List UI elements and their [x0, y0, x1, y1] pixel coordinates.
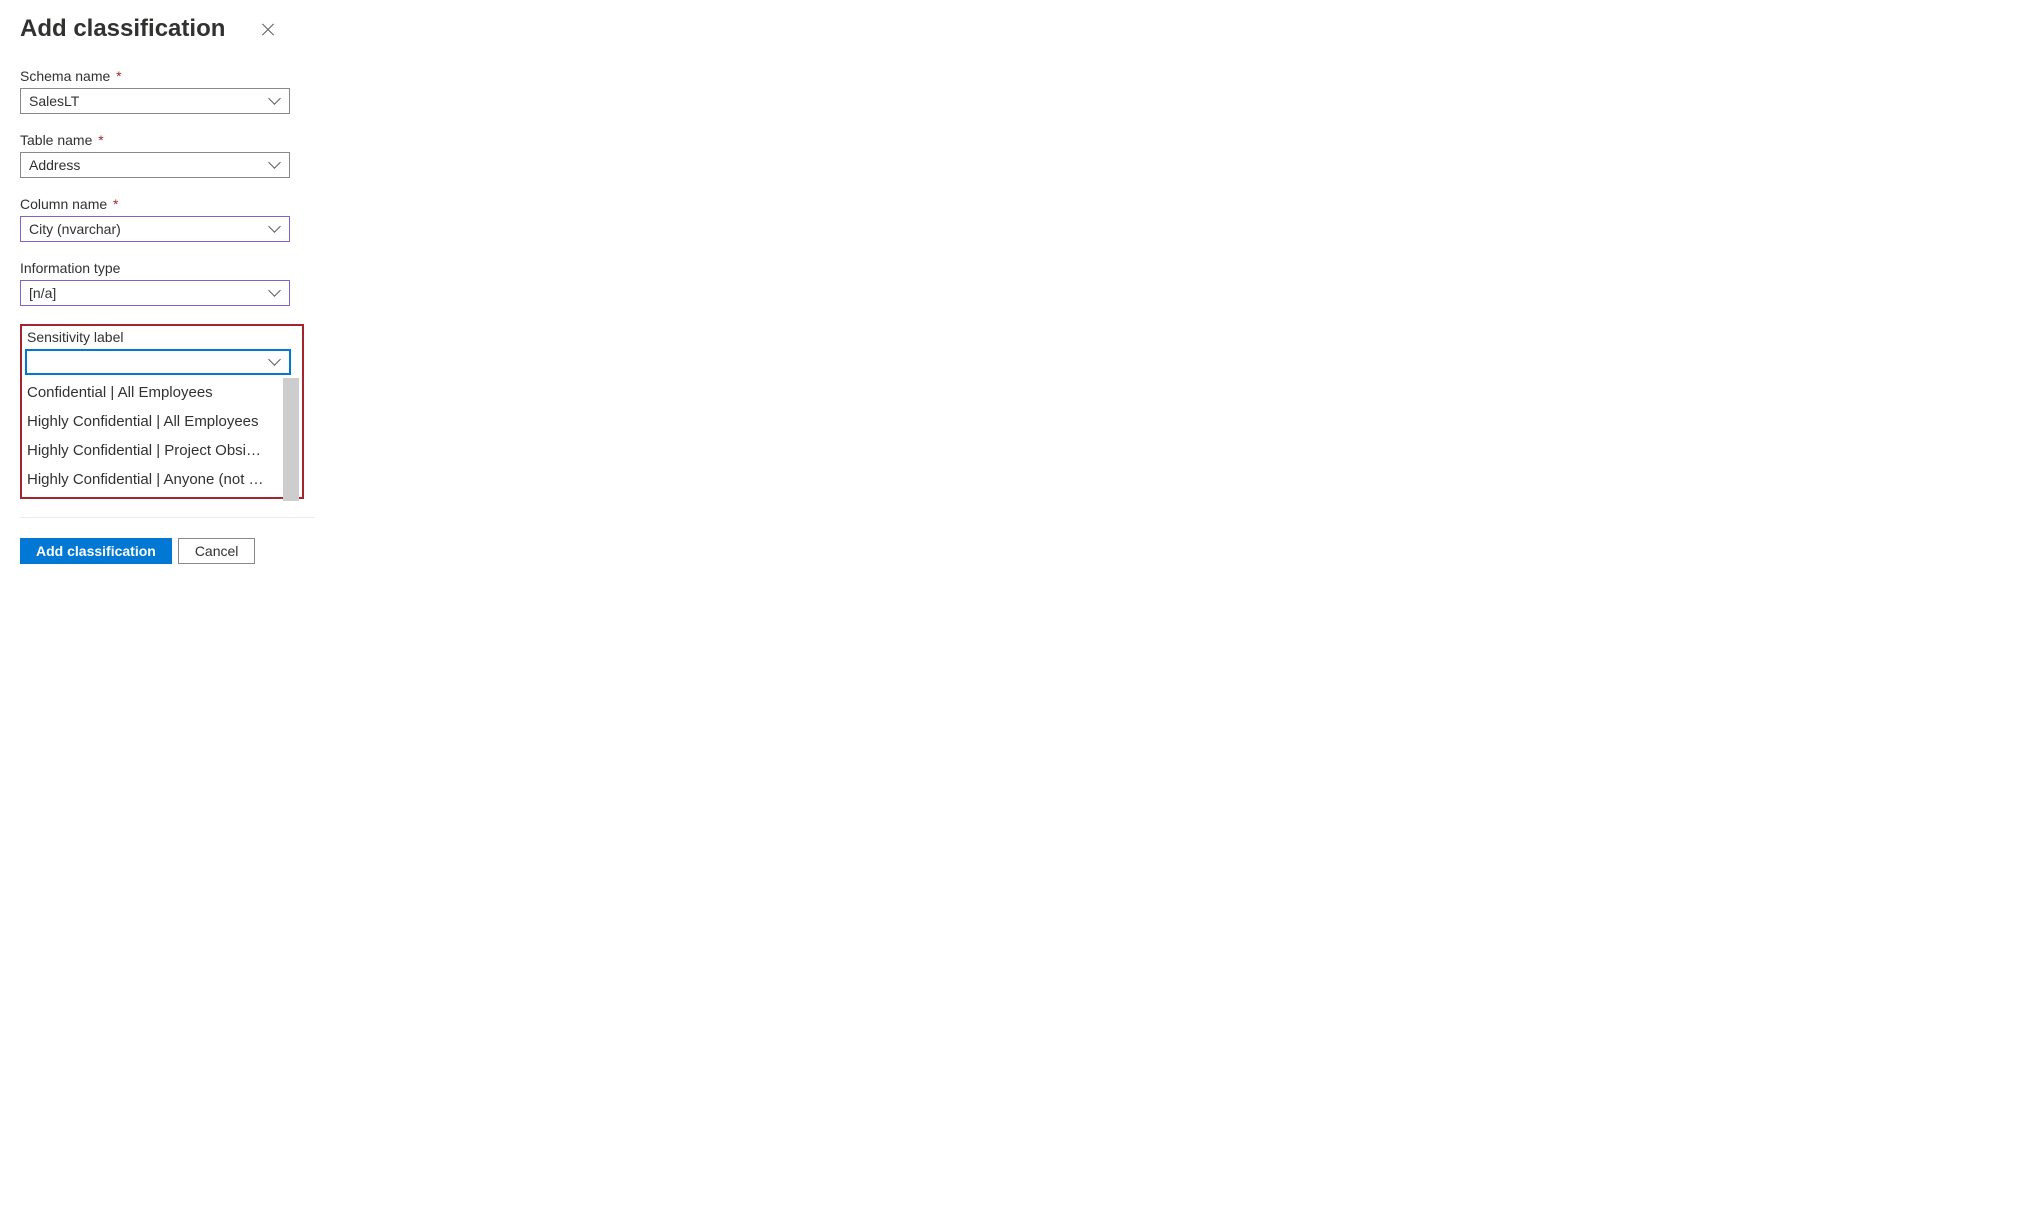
information-type-value: [n/a]	[29, 285, 269, 301]
close-icon[interactable]	[260, 21, 276, 37]
panel-title: Add classification	[20, 15, 225, 43]
information-type-select[interactable]: [n/a]	[20, 280, 290, 306]
column-name-label: Column name *	[20, 196, 315, 212]
information-type-label: Information type	[20, 260, 315, 276]
schema-name-select[interactable]: SalesLT	[20, 88, 290, 114]
chevron-down-icon	[269, 223, 281, 235]
panel-header: Add classification	[20, 15, 315, 43]
sensitivity-label-select[interactable]	[25, 349, 291, 375]
information-type-field: Information type [n/a]	[20, 260, 315, 306]
dropdown-option[interactable]: Highly Confidential | All Employees	[25, 407, 271, 436]
sensitivity-label-label: Sensitivity label	[27, 329, 299, 345]
add-classification-button[interactable]: Add classification	[20, 538, 172, 564]
chevron-down-icon	[269, 356, 281, 368]
chevron-down-icon	[269, 95, 281, 107]
sensitivity-highlight: Sensitivity label Confidential | All Emp…	[20, 324, 304, 499]
required-indicator: *	[98, 132, 103, 148]
dropdown-option[interactable]: Highly Confidential | Anyone (not prote…	[25, 465, 271, 494]
column-name-value: City (nvarchar)	[29, 221, 269, 237]
required-indicator: *	[113, 196, 118, 212]
column-name-select[interactable]: City (nvarchar)	[20, 216, 290, 242]
column-name-field: Column name * City (nvarchar)	[20, 196, 315, 242]
add-classification-panel: Add classification Schema name * SalesLT…	[20, 15, 315, 564]
chevron-down-icon	[269, 159, 281, 171]
required-indicator: *	[116, 68, 121, 84]
schema-name-field: Schema name * SalesLT	[20, 68, 315, 114]
schema-name-value: SalesLT	[29, 93, 269, 109]
table-name-select[interactable]: Address	[20, 152, 290, 178]
table-name-value: Address	[29, 157, 269, 173]
dropdown-option[interactable]: Highly Confidential | Project Obsidian	[25, 436, 271, 465]
panel-footer: Add classification Cancel	[20, 517, 315, 564]
schema-name-label: Schema name *	[20, 68, 315, 84]
table-name-field: Table name * Address	[20, 132, 315, 178]
chevron-down-icon	[269, 287, 281, 299]
cancel-button[interactable]: Cancel	[178, 538, 256, 564]
sensitivity-dropdown-list: Confidential | All Employees Highly Conf…	[25, 378, 299, 494]
sensitivity-label-field: Sensitivity label Confidential | All Emp…	[25, 329, 299, 494]
table-name-label: Table name *	[20, 132, 315, 148]
dropdown-option[interactable]: Confidential | All Employees	[25, 378, 271, 407]
scrollbar[interactable]	[283, 378, 299, 501]
